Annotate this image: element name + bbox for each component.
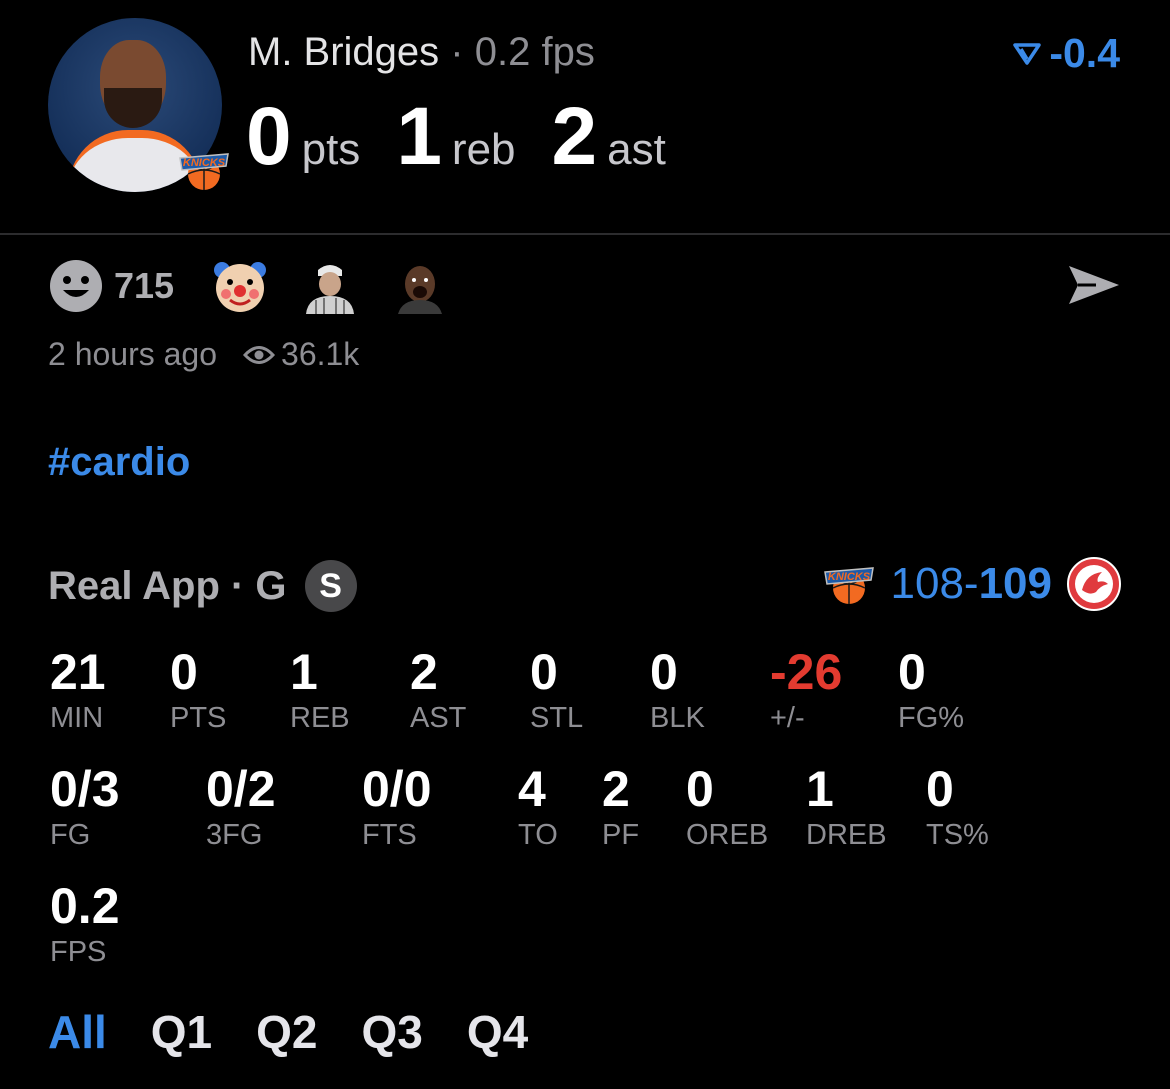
game-header: Real App · G S KNICKS 108 - 109 xyxy=(48,556,1122,616)
tab-q3[interactable]: Q3 xyxy=(362,1005,423,1059)
stat-oreb: 0 OREB xyxy=(686,761,768,851)
summary-pts-unit: pts xyxy=(301,125,361,174)
stat-value: 0/0 xyxy=(362,761,432,817)
stat-fg-pct: 0 FG% xyxy=(898,644,964,734)
stat-value: 0 xyxy=(926,761,954,817)
summary-reb-value: 1 xyxy=(396,91,442,182)
stat-label: OREB xyxy=(686,819,769,851)
stat-3fg: 0/2 3FG xyxy=(206,761,276,851)
view-count: 36.1k xyxy=(281,336,360,372)
tab-q2[interactable]: Q2 xyxy=(256,1005,317,1059)
stat-pts: 0 PTS xyxy=(170,644,226,734)
stat-label: FG% xyxy=(898,702,965,734)
stat-label: STL xyxy=(530,702,584,734)
stat-value: 0.2 xyxy=(50,878,120,934)
stat-label: DREB xyxy=(806,819,887,851)
stat-fts: 0/0 FTS xyxy=(362,761,432,851)
score-dash: - xyxy=(963,559,979,608)
player-face-icon[interactable] xyxy=(392,258,448,314)
player-header: KNICKS M. Bridges · 0.2 fps -0.4 0 pts 1… xyxy=(0,0,1170,234)
post-time: 2 hours ago xyxy=(48,336,218,372)
reaction-count[interactable]: 715 xyxy=(114,265,174,307)
stat-label: REB xyxy=(290,702,350,734)
game-source-label: Real App · G xyxy=(48,563,287,608)
quarter-tabs: All Q1 Q2 Q3 Q4 xyxy=(48,1005,528,1059)
view-count-group: 36.1k xyxy=(243,336,359,373)
player-name[interactable]: M. Bridges xyxy=(248,30,439,74)
eye-icon xyxy=(243,345,276,364)
send-share-icon[interactable] xyxy=(1066,262,1122,308)
stat-value: 0 xyxy=(530,644,558,700)
person-avatar-icon[interactable] xyxy=(302,258,358,314)
stat-value: 0 xyxy=(650,644,678,700)
post-meta: 2 hours ago 36.1k xyxy=(48,336,359,373)
svg-text:KNICKS: KNICKS xyxy=(827,571,870,583)
stat-value: 0/3 xyxy=(50,761,120,817)
smiley-reaction-icon[interactable] xyxy=(48,258,104,314)
home-score: 108 xyxy=(890,559,964,608)
stat-value: 1 xyxy=(290,644,318,700)
stat-value: 2 xyxy=(602,761,630,817)
stat-label: AST xyxy=(410,702,467,734)
stat-label: TS% xyxy=(926,819,989,851)
player-fps: 0.2 fps xyxy=(474,30,595,74)
stat-value: -26 xyxy=(770,644,843,700)
stat-dreb: 1 DREB xyxy=(806,761,887,851)
summary-stats: 0 pts 1 reb 2 ast xyxy=(246,90,702,184)
stat-ts-pct: 0 TS% xyxy=(926,761,989,851)
summary-ast-unit: ast xyxy=(607,125,666,174)
tab-q4[interactable]: Q4 xyxy=(467,1005,528,1059)
tab-q1[interactable]: Q1 xyxy=(151,1005,212,1059)
knicks-logo-icon: KNICKS xyxy=(179,153,229,190)
summary-reb-unit: reb xyxy=(451,125,516,174)
header-divider xyxy=(0,233,1170,235)
stat-value: 0 xyxy=(898,644,926,700)
stat-label: TO xyxy=(518,819,558,851)
player-name-line[interactable]: M. Bridges · 0.2 fps xyxy=(248,30,595,75)
stat-value: 4 xyxy=(518,761,546,817)
stat-ast: 2 AST xyxy=(410,644,466,734)
fps-trend: -0.4 xyxy=(1013,30,1120,77)
trend-down-icon xyxy=(1013,42,1042,65)
trend-value: -0.4 xyxy=(1049,30,1120,76)
stat-value: 0 xyxy=(686,761,714,817)
stat-fps: 0.2 FPS xyxy=(50,878,120,968)
tab-all[interactable]: All xyxy=(48,1005,107,1059)
svg-text:KNICKS: KNICKS xyxy=(183,157,226,169)
game-score[interactable]: KNICKS 108 - 109 xyxy=(821,556,1123,612)
summary-ast-value: 2 xyxy=(551,91,598,182)
stat-plus-minus: -26 +/- xyxy=(770,644,842,734)
stat-label: MIN xyxy=(50,702,104,734)
stat-fg: 0/3 FG xyxy=(50,761,120,851)
name-separator: · xyxy=(450,30,464,74)
stat-stl: 0 STL xyxy=(530,644,583,734)
stat-value: 21 xyxy=(50,644,106,700)
hawks-logo-icon xyxy=(1067,557,1121,611)
stat-label: BLK xyxy=(650,702,705,734)
stat-min: 21 MIN xyxy=(50,644,106,734)
stat-label: PF xyxy=(602,819,640,851)
stat-value: 0 xyxy=(170,644,198,700)
starter-badge: S xyxy=(304,560,357,612)
stat-value: 1 xyxy=(806,761,834,817)
summary-pts-value: 0 xyxy=(246,91,292,182)
stat-label: 3FG xyxy=(206,819,263,851)
stat-label: FPS xyxy=(50,936,107,968)
stat-label: FTS xyxy=(362,819,417,851)
away-score: 109 xyxy=(978,559,1052,608)
stat-reb: 1 REB xyxy=(290,644,350,734)
reactions-row: 715 xyxy=(48,258,482,314)
stat-label: PTS xyxy=(170,702,227,734)
stat-to: 4 TO xyxy=(518,761,558,851)
hashtag-link[interactable]: #cardio xyxy=(48,440,190,485)
game-source: Real App · G S xyxy=(48,560,357,612)
stat-label: FG xyxy=(50,819,91,851)
stat-value: 0/2 xyxy=(206,761,276,817)
stat-value: 2 xyxy=(410,644,438,700)
stat-blk: 0 BLK xyxy=(650,644,705,734)
stat-label: +/- xyxy=(770,702,805,734)
clown-emoji-icon[interactable] xyxy=(212,258,268,314)
stat-pf: 2 PF xyxy=(602,761,639,851)
knicks-logo-icon: KNICKS xyxy=(823,567,874,604)
